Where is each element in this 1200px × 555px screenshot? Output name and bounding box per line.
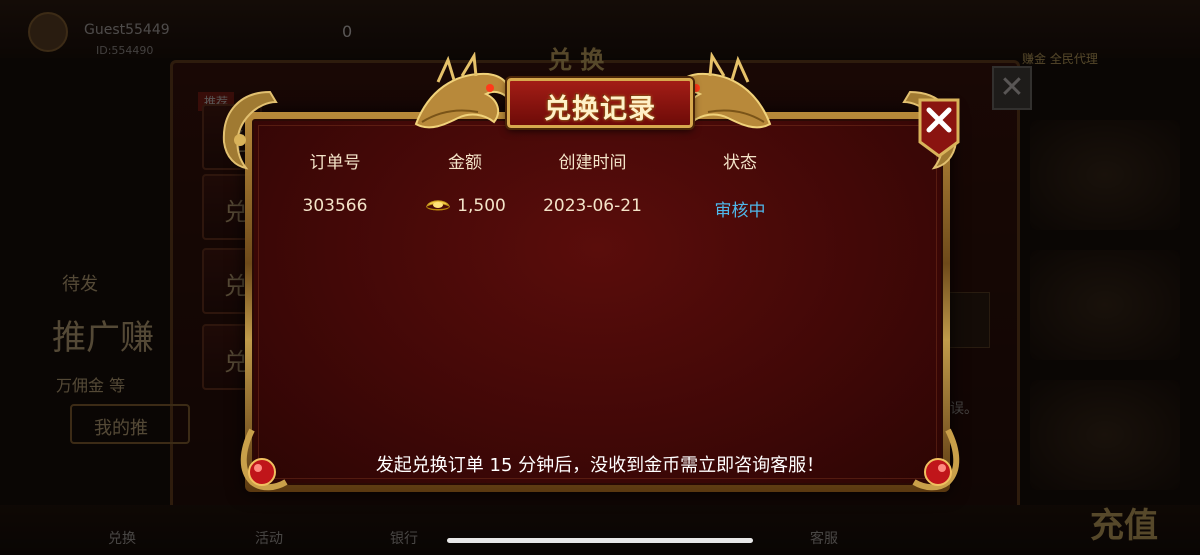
- game-tile-1: [1030, 120, 1180, 230]
- top-right-labels: 赚金 全民代理: [1022, 52, 1098, 66]
- bottom-item-3: 银行: [390, 531, 418, 547]
- order-number-cell: 303566: [302, 196, 368, 216]
- dialog-title-banner: 兑换记录: [507, 78, 693, 128]
- home-indicator[interactable]: [447, 538, 753, 543]
- recharge-label: 充值: [1090, 506, 1158, 546]
- column-header-status: 状态: [723, 153, 757, 173]
- amount-cell: 1,500: [405, 196, 525, 220]
- close-icon[interactable]: [918, 98, 960, 158]
- background-close-icon: ✕: [992, 66, 1032, 110]
- avatar: [28, 12, 68, 52]
- column-header-created-time: 创建时间: [558, 153, 627, 173]
- column-header-amount: 金额: [448, 153, 482, 173]
- amount-value: 1,500: [457, 196, 506, 216]
- status-badge: 审核中: [714, 201, 766, 221]
- created-date-cell: 2023-06-21: [543, 196, 642, 216]
- bottom-item-1: 兑换: [108, 531, 136, 547]
- exchange-panel-title: 兑 换: [548, 46, 605, 74]
- column-header-order-no: 订单号: [309, 153, 361, 173]
- dialog-title: 兑换记录: [544, 94, 656, 125]
- right-text: 误。: [950, 401, 978, 417]
- pending-label: 待发: [62, 274, 98, 295]
- promo-button: 我的推: [70, 404, 190, 444]
- game-tile-2: [1030, 250, 1180, 360]
- dragon-claw-ornament-icon: [210, 82, 280, 172]
- dragon-icon: [408, 51, 518, 142]
- bottom-item-2: 活动: [255, 531, 283, 547]
- dialog-body: [252, 119, 943, 485]
- coin-balance: 0: [342, 22, 353, 41]
- promo-subtext: 万佣金 等: [56, 376, 126, 395]
- gold-ingot-icon: [424, 197, 452, 215]
- user-id: ID:554490: [96, 44, 154, 57]
- right-box: [946, 292, 990, 348]
- promo-heading: 推广赚: [52, 318, 154, 358]
- bottom-bar: [0, 505, 1200, 555]
- exchange-notice: 发起兑换订单 15 分钟后，没收到金币需立即咨询客服！: [375, 455, 825, 476]
- bottom-item-4: 客服: [810, 531, 838, 547]
- game-tile-3: [1030, 380, 1180, 490]
- user-name: Guest55449: [84, 22, 170, 38]
